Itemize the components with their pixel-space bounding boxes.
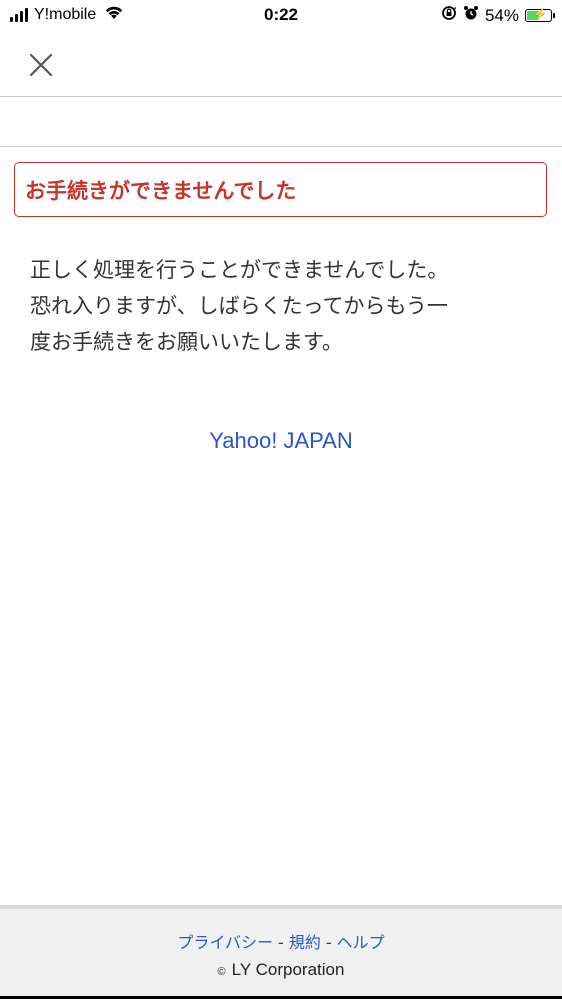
footer-separator: - (278, 933, 284, 952)
error-message-line: 度お手続きをお願いいたします。 (30, 330, 343, 354)
header-divider (0, 96, 562, 97)
footer-links: プライバシー - 規約 - ヘルプ (0, 929, 562, 953)
rotation-lock-icon (441, 5, 457, 26)
terms-link[interactable]: 規約 (289, 933, 321, 952)
charging-bolt-icon: ⚡ (533, 7, 548, 21)
help-link[interactable]: ヘルプ (337, 933, 385, 952)
error-message-line: 恐れ入りますが、しばらくたってからもう一 (30, 294, 448, 318)
yahoo-japan-link[interactable]: Yahoo! JAPAN (0, 428, 562, 454)
footer-separator: - (325, 933, 332, 952)
status-bar: Y!mobile 0:22 54% ⚡ (0, 0, 562, 32)
header-divider-bottom (0, 146, 562, 147)
close-icon (29, 53, 53, 77)
screen: Y!mobile 0:22 54% ⚡ お手続きができませんでした 正しく処理を… (0, 0, 562, 999)
error-box: お手続きができませんでした (14, 162, 547, 217)
status-right: 54% ⚡ (441, 5, 555, 26)
copyright-symbol: © (217, 966, 226, 978)
close-button[interactable] (26, 50, 56, 80)
footer: プライバシー - 規約 - ヘルプ © LY Corporation (0, 905, 562, 999)
error-message: 正しく処理を行うことができませんでした。 恐れ入りますが、しばらくたってからもう… (30, 252, 530, 360)
error-title: お手続きができませんでした (25, 178, 297, 203)
battery-percent: 54% (484, 5, 519, 25)
alarm-icon (463, 5, 479, 26)
copyright: © LY Corporation (0, 960, 562, 980)
error-message-line: 正しく処理を行うことができませんでした。 (30, 258, 449, 282)
battery-charging-icon: ⚡ (525, 7, 555, 22)
copyright-text: LY Corporation (231, 960, 345, 979)
privacy-link[interactable]: プライバシー (177, 933, 273, 952)
